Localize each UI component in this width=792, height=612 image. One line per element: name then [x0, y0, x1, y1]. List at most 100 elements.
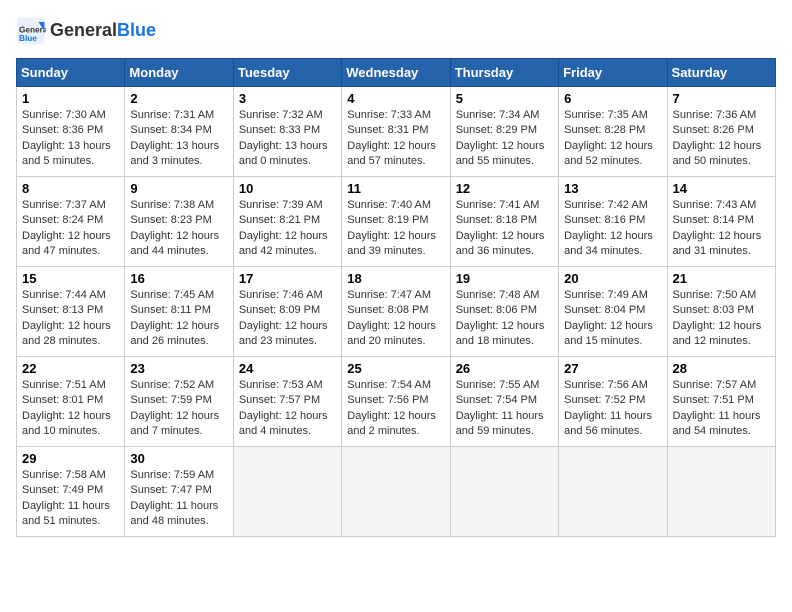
daylight-text: Daylight: 12 hours and 50 minutes. [673, 139, 770, 170]
sunrise-text: Sunrise: 7:47 AM [347, 288, 444, 303]
day-number: 12 [456, 181, 553, 196]
day-number: 19 [456, 271, 553, 286]
sunset-text: Sunset: 7:56 PM [347, 393, 444, 408]
sunrise-text: Sunrise: 7:43 AM [673, 198, 770, 213]
weekday-header-thursday: Thursday [450, 59, 558, 87]
sunset-text: Sunset: 8:31 PM [347, 123, 444, 138]
sunset-text: Sunset: 7:47 PM [130, 483, 227, 498]
logo-icon: General Blue [16, 16, 46, 46]
day-info: Sunrise: 7:32 AMSunset: 8:33 PMDaylight:… [239, 108, 336, 170]
day-info: Sunrise: 7:44 AMSunset: 8:13 PMDaylight:… [22, 288, 119, 350]
daylight-text: Daylight: 11 hours and 48 minutes. [130, 499, 227, 530]
calendar-cell: 24Sunrise: 7:53 AMSunset: 7:57 PMDayligh… [233, 357, 341, 447]
day-info: Sunrise: 7:33 AMSunset: 8:31 PMDaylight:… [347, 108, 444, 170]
day-number: 26 [456, 361, 553, 376]
calendar-cell: 25Sunrise: 7:54 AMSunset: 7:56 PMDayligh… [342, 357, 450, 447]
sunset-text: Sunset: 8:13 PM [22, 303, 119, 318]
sunset-text: Sunset: 7:59 PM [130, 393, 227, 408]
day-info: Sunrise: 7:30 AMSunset: 8:36 PMDaylight:… [22, 108, 119, 170]
day-number: 6 [564, 91, 661, 106]
sunset-text: Sunset: 8:09 PM [239, 303, 336, 318]
daylight-text: Daylight: 12 hours and 31 minutes. [673, 229, 770, 260]
calendar-week-row: 1Sunrise: 7:30 AMSunset: 8:36 PMDaylight… [17, 87, 776, 177]
day-info: Sunrise: 7:53 AMSunset: 7:57 PMDaylight:… [239, 378, 336, 440]
daylight-text: Daylight: 12 hours and 4 minutes. [239, 409, 336, 440]
calendar-cell: 14Sunrise: 7:43 AMSunset: 8:14 PMDayligh… [667, 177, 775, 267]
daylight-text: Daylight: 12 hours and 57 minutes. [347, 139, 444, 170]
sunrise-text: Sunrise: 7:58 AM [22, 468, 119, 483]
calendar-cell: 17Sunrise: 7:46 AMSunset: 8:09 PMDayligh… [233, 267, 341, 357]
calendar-cell: 13Sunrise: 7:42 AMSunset: 8:16 PMDayligh… [559, 177, 667, 267]
sunrise-text: Sunrise: 7:30 AM [22, 108, 119, 123]
sunrise-text: Sunrise: 7:54 AM [347, 378, 444, 393]
sunrise-text: Sunrise: 7:36 AM [673, 108, 770, 123]
daylight-text: Daylight: 12 hours and 2 minutes. [347, 409, 444, 440]
day-number: 30 [130, 451, 227, 466]
day-info: Sunrise: 7:41 AMSunset: 8:18 PMDaylight:… [456, 198, 553, 260]
calendar-cell [342, 447, 450, 537]
calendar-cell: 7Sunrise: 7:36 AMSunset: 8:26 PMDaylight… [667, 87, 775, 177]
sunset-text: Sunset: 8:26 PM [673, 123, 770, 138]
day-number: 27 [564, 361, 661, 376]
weekday-header-monday: Monday [125, 59, 233, 87]
sunset-text: Sunset: 7:54 PM [456, 393, 553, 408]
day-info: Sunrise: 7:52 AMSunset: 7:59 PMDaylight:… [130, 378, 227, 440]
calendar-cell [233, 447, 341, 537]
weekday-header-saturday: Saturday [667, 59, 775, 87]
day-info: Sunrise: 7:43 AMSunset: 8:14 PMDaylight:… [673, 198, 770, 260]
day-number: 28 [673, 361, 770, 376]
sunrise-text: Sunrise: 7:56 AM [564, 378, 661, 393]
sunset-text: Sunset: 8:14 PM [673, 213, 770, 228]
sunrise-text: Sunrise: 7:50 AM [673, 288, 770, 303]
day-info: Sunrise: 7:31 AMSunset: 8:34 PMDaylight:… [130, 108, 227, 170]
daylight-text: Daylight: 12 hours and 36 minutes. [456, 229, 553, 260]
calendar-cell [667, 447, 775, 537]
day-info: Sunrise: 7:47 AMSunset: 8:08 PMDaylight:… [347, 288, 444, 350]
sunset-text: Sunset: 8:33 PM [239, 123, 336, 138]
calendar-cell: 30Sunrise: 7:59 AMSunset: 7:47 PMDayligh… [125, 447, 233, 537]
calendar-cell: 23 Sunrise: 7:52 AMSunset: 7:59 PMDayligh… [125, 357, 233, 447]
calendar-cell [559, 447, 667, 537]
day-info: Sunrise: 7:49 AMSunset: 8:04 PMDaylight:… [564, 288, 661, 350]
calendar-cell: 19 Sunrise: 7:48 AMSunset: 8:06 PMDayligh… [450, 267, 558, 357]
day-info: Sunrise: 7:48 AMSunset: 8:06 PMDaylight:… [456, 288, 553, 350]
day-number: 5 [456, 91, 553, 106]
logo-text: GeneralBlue [50, 21, 156, 41]
sunrise-text: Sunrise: 7:51 AM [22, 378, 119, 393]
day-info: Sunrise: 7:37 AMSunset: 8:24 PMDaylight:… [22, 198, 119, 260]
calendar-cell: 11Sunrise: 7:40 AMSunset: 8:19 PMDayligh… [342, 177, 450, 267]
day-number: 23 [130, 361, 227, 376]
sunset-text: Sunset: 8:03 PM [673, 303, 770, 318]
sunrise-text: Sunrise: 7:49 AM [564, 288, 661, 303]
daylight-text: Daylight: 13 hours and 3 minutes. [130, 139, 227, 170]
day-number: 21 [673, 271, 770, 286]
sunset-text: Sunset: 8:36 PM [22, 123, 119, 138]
calendar-cell: 12 Sunrise: 7:41 AMSunset: 8:18 PMDayligh… [450, 177, 558, 267]
sunset-text: Sunset: 8:21 PM [239, 213, 336, 228]
weekday-header-friday: Friday [559, 59, 667, 87]
sunrise-text: Sunrise: 7:46 AM [239, 288, 336, 303]
sunrise-text: Sunrise: 7:32 AM [239, 108, 336, 123]
calendar-cell: 9Sunrise: 7:38 AMSunset: 8:23 PMDaylight… [125, 177, 233, 267]
day-info: Sunrise: 7:35 AMSunset: 8:28 PMDaylight:… [564, 108, 661, 170]
calendar-week-row: 15Sunrise: 7:44 AMSunset: 8:13 PMDayligh… [17, 267, 776, 357]
sunset-text: Sunset: 8:19 PM [347, 213, 444, 228]
sunset-text: Sunset: 8:06 PM [456, 303, 553, 318]
day-info: Sunrise: 7:38 AMSunset: 8:23 PMDaylight:… [130, 198, 227, 260]
day-info: Sunrise: 7:51 AMSunset: 8:01 PMDaylight:… [22, 378, 119, 440]
sunrise-text: Sunrise: 7:45 AM [130, 288, 227, 303]
sunrise-text: Sunrise: 7:42 AM [564, 198, 661, 213]
sunrise-text: Sunrise: 7:35 AM [564, 108, 661, 123]
calendar-cell: 1Sunrise: 7:30 AMSunset: 8:36 PMDaylight… [17, 87, 125, 177]
day-number: 13 [564, 181, 661, 196]
daylight-text: Daylight: 12 hours and 34 minutes. [564, 229, 661, 260]
day-number: 20 [564, 271, 661, 286]
day-info: Sunrise: 7:58 AMSunset: 7:49 PMDaylight:… [22, 468, 119, 530]
daylight-text: Daylight: 12 hours and 7 minutes. [130, 409, 227, 440]
daylight-text: Daylight: 13 hours and 5 minutes. [22, 139, 119, 170]
day-info: Sunrise: 7:55 AMSunset: 7:54 PMDaylight:… [456, 378, 553, 440]
daylight-text: Daylight: 13 hours and 0 minutes. [239, 139, 336, 170]
page-header: General Blue GeneralBlue [16, 16, 776, 46]
weekday-header-row: SundayMondayTuesdayWednesdayThursdayFrid… [17, 59, 776, 87]
day-number: 8 [22, 181, 119, 196]
